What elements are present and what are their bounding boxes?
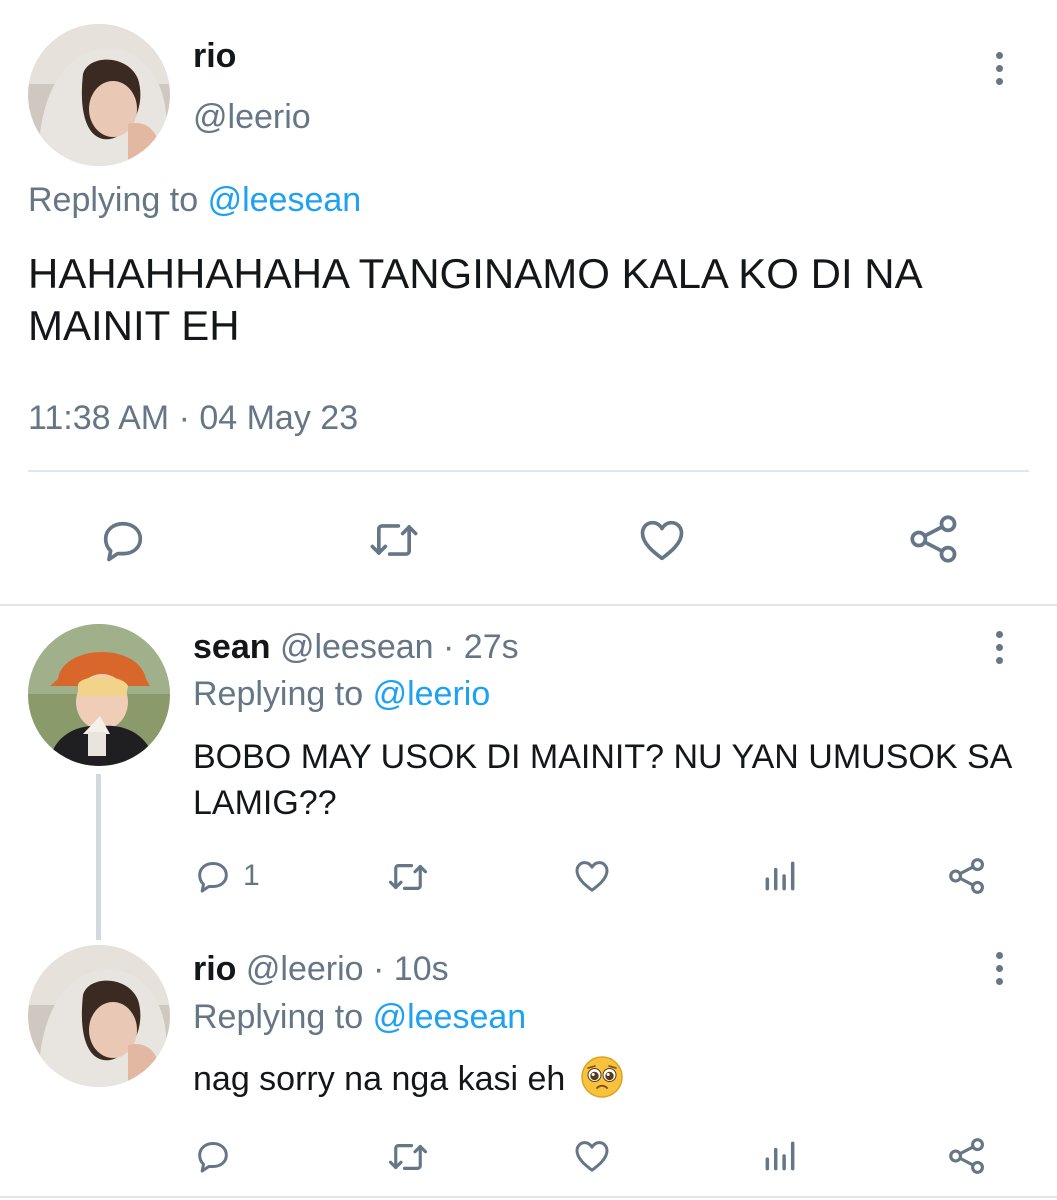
analytics-icon <box>765 861 795 891</box>
retweet-icon <box>388 864 428 890</box>
reply-header: sean @leesean · 27s <box>193 627 519 667</box>
reply-text: nag sorry na nga kasi eh <box>193 1060 566 1098</box>
retweet-button[interactable] <box>384 1136 432 1178</box>
analytics-button[interactable] <box>760 1136 800 1176</box>
reply-count: 1 <box>243 859 260 892</box>
avatar-rio-main[interactable] <box>28 24 170 166</box>
reply-button[interactable]: 1 <box>193 854 260 898</box>
avatar-rio[interactable] <box>28 945 170 1087</box>
replying-to-handle[interactable]: @leerio <box>373 675 491 713</box>
replying-to-label: Replying to <box>193 998 364 1036</box>
reply-text: BOBO MAY USOK DI MAINIT? NU YAN UMUSOK S… <box>193 738 1011 822</box>
like-button[interactable] <box>570 1135 614 1177</box>
like-icon <box>575 861 609 892</box>
thread-line <box>96 774 101 940</box>
divider <box>28 470 1029 472</box>
share-icon <box>949 1138 984 1174</box>
retweet-icon <box>388 1144 428 1170</box>
reply-icon <box>198 1142 228 1173</box>
reply-text-line: nag sorry na nga kasi eh <box>193 1056 623 1110</box>
replying-to-line: Replying to @leerio <box>193 674 490 714</box>
retweet-button[interactable] <box>384 856 432 898</box>
reply-author-name[interactable]: rio <box>193 950 236 988</box>
reply-icon <box>198 862 228 893</box>
retweet-button[interactable] <box>364 512 424 568</box>
reply-header: rio @leerio · 10s <box>193 949 449 989</box>
author-handle[interactable]: @leerio <box>193 97 311 137</box>
reply-button[interactable] <box>95 512 151 568</box>
replying-to-label: Replying to <box>193 675 364 713</box>
share-button[interactable] <box>945 1134 989 1178</box>
retweet-icon <box>370 524 418 556</box>
reply-author-name[interactable]: sean <box>193 628 271 666</box>
like-icon <box>640 520 684 561</box>
replying-to-line: Replying to @leesean <box>193 997 526 1037</box>
analytics-button[interactable] <box>760 856 800 896</box>
share-icon <box>910 515 957 563</box>
like-button[interactable] <box>634 512 690 568</box>
more-vertical-icon[interactable] <box>987 952 1011 985</box>
reply-icon <box>103 521 143 562</box>
tweet-text: HAHAHHAHAHA TANGINAMO KALA KO DI NA MAIN… <box>28 250 921 349</box>
avatar-sean[interactable] <box>28 624 170 766</box>
replying-to-handle[interactable]: @leesean <box>373 998 527 1036</box>
replying-to-handle[interactable]: @leesean <box>208 181 362 219</box>
author-name[interactable]: rio <box>193 36 236 76</box>
replying-to-label: Replying to <box>28 181 199 219</box>
reply-handle-time[interactable]: @leesean · 27s <box>280 628 519 666</box>
section-divider <box>0 604 1057 606</box>
tweet-timestamp[interactable]: 11:38 AM · 04 May 23 <box>28 398 358 438</box>
like-button[interactable] <box>570 855 614 897</box>
analytics-icon <box>765 1141 795 1171</box>
share-button[interactable] <box>905 510 963 568</box>
more-vertical-icon[interactable] <box>987 52 1011 85</box>
pleading-face-emoji <box>581 1056 623 1110</box>
replying-to-line: Replying to @leesean <box>28 180 361 220</box>
like-icon <box>575 1141 609 1172</box>
section-divider <box>0 1196 1057 1198</box>
reply-button[interactable] <box>193 1134 233 1178</box>
more-vertical-icon[interactable] <box>987 631 1011 664</box>
share-icon <box>949 858 984 894</box>
reply-handle-time[interactable]: @leerio · 10s <box>246 950 449 988</box>
share-button[interactable] <box>945 854 989 898</box>
